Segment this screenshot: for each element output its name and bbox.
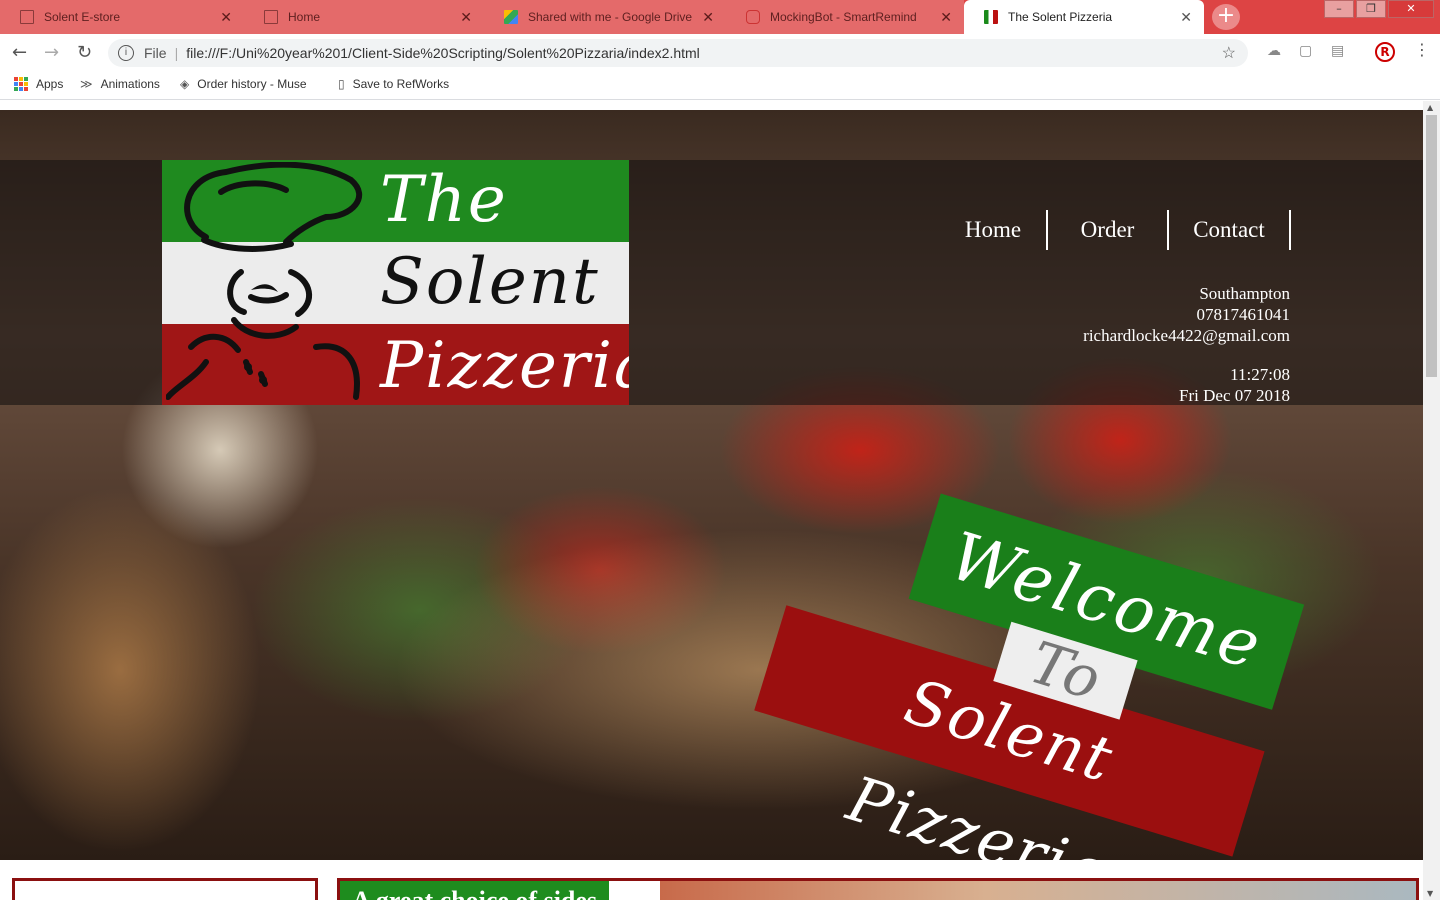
bookmark-refworks[interactable]: ▯ Save to RefWorks — [338, 77, 449, 91]
bookmark-order-history[interactable]: ◈ Order history - Muse — [180, 77, 307, 91]
scroll-down-icon[interactable]: ▼ — [1427, 889, 1433, 898]
site-logo[interactable]: The Solent Pizzeria — [162, 160, 629, 405]
tab-strip: Solent E-store ✕ Home ✕ Shared with me -… — [0, 0, 1440, 34]
extension-pocket-icon[interactable]: ▢ — [1299, 43, 1312, 59]
page-icon — [20, 10, 34, 24]
window-controls: – ❐ ✕ — [1322, 0, 1434, 18]
menu-dots-icon[interactable]: ⋮ — [1414, 40, 1430, 59]
scroll-up-icon[interactable]: ▲ — [1427, 103, 1433, 112]
tab-title: Solent E-store — [44, 10, 121, 24]
mockingbot-icon — [746, 10, 760, 24]
nav-contact[interactable]: Contact — [1169, 210, 1291, 250]
close-window-icon[interactable]: ✕ — [1388, 0, 1434, 18]
restore-icon[interactable]: ❐ — [1356, 0, 1386, 18]
close-tab-icon[interactable]: ✕ — [220, 9, 232, 26]
page-icon: ▯ — [338, 77, 345, 91]
contact-phone: 07817461041 — [1196, 305, 1291, 324]
close-tab-icon[interactable]: ✕ — [460, 9, 472, 26]
bookmark-label: Animations — [100, 77, 160, 91]
welcome-banner: Solent Pizzeria Welcome To — [754, 485, 1305, 860]
page-scrollbar[interactable]: ▲ ▼ — [1423, 101, 1440, 900]
chef-icon — [166, 162, 362, 400]
clock-time: 11:27:08 — [1230, 365, 1290, 384]
divider: | — [174, 45, 179, 61]
live-clock: 11:27:08 Fri Dec 07 2018 — [1179, 364, 1290, 406]
tab-solent-estore[interactable]: Solent E-store ✕ — [0, 0, 244, 34]
tab-home[interactable]: Home ✕ — [244, 0, 484, 34]
close-tab-icon[interactable]: ✕ — [702, 9, 714, 26]
animation-icon: ≫ — [80, 77, 93, 91]
nav-home[interactable]: Home — [940, 210, 1048, 250]
url-text[interactable]: file:///F:/Uni%20year%201/Client-Side%20… — [186, 45, 700, 61]
tab-title: Home — [288, 10, 321, 24]
pizzeria-favicon-icon — [984, 10, 998, 24]
scrollbar-thumb[interactable] — [1426, 115, 1437, 377]
tab-google-drive[interactable]: Shared with me - Google Drive ✕ — [484, 0, 726, 34]
reload-icon[interactable]: ↻ — [77, 42, 92, 63]
scheme-label: File — [144, 45, 167, 61]
tab-title: MockingBot - SmartRemind — [770, 10, 917, 24]
back-icon[interactable]: ← — [12, 42, 27, 63]
hero-pizza-background: The Solent Pizzeria Home Order Contact S… — [0, 110, 1423, 860]
tab-mockingbot[interactable]: MockingBot - SmartRemind ✕ — [726, 0, 964, 34]
bookmark-apps[interactable]: Apps — [14, 77, 63, 91]
profile-avatar[interactable]: R — [1375, 42, 1395, 62]
tab-title: The Solent Pizzeria — [1008, 10, 1113, 24]
tab-title: Shared with me - Google Drive — [528, 10, 693, 24]
contact-city: Southampton — [1199, 284, 1290, 303]
apps-grid-icon — [14, 77, 28, 91]
close-tab-icon[interactable]: ✕ — [940, 9, 952, 26]
nav-order[interactable]: Order — [1048, 210, 1169, 250]
main-nav: Home Order Contact — [940, 210, 1291, 250]
page-viewport: The Solent Pizzeria Home Order Contact S… — [0, 101, 1440, 900]
clock-date: Fri Dec 07 2018 — [1179, 386, 1290, 405]
bookmark-label: Save to RefWorks — [352, 77, 450, 91]
extension-cloud-icon[interactable]: ☁ — [1267, 43, 1281, 59]
logo-text-the: The — [380, 163, 508, 237]
contact-details: Southampton 07817461041 richardlocke4422… — [1083, 283, 1290, 346]
info-icon[interactable]: i — [118, 45, 134, 61]
muse-icon: ◈ — [180, 77, 190, 91]
sides-headline: A great choice of sides — [340, 881, 610, 900]
tab-solent-pizzeria[interactable]: The Solent Pizzeria ✕ — [964, 0, 1204, 34]
address-bar[interactable]: i File | file:///F:/Uni%20year%201/Clien… — [108, 39, 1248, 67]
google-drive-icon — [504, 10, 518, 24]
new-tab-button[interactable]: + — [1212, 4, 1240, 30]
forward-icon[interactable]: → — [44, 42, 59, 63]
logo-text-pizzeria: Pizzeria — [380, 329, 629, 403]
bookmark-animations[interactable]: ≫ Animations — [80, 77, 160, 91]
close-tab-icon[interactable]: ✕ — [1180, 9, 1192, 26]
bookmark-label: Apps — [36, 77, 64, 91]
bookmarks-bar: Apps ≫ Animations ◈ Order history - Muse… — [0, 70, 1440, 100]
sides-section: A great choice of sides — [337, 878, 1419, 900]
bookmark-star-icon[interactable]: ☆ — [1222, 43, 1236, 63]
extension-page-icon[interactable]: ▤ — [1331, 43, 1344, 59]
page-icon — [264, 10, 278, 24]
logo-text-solent: Solent — [380, 245, 600, 319]
contact-email: richardlocke4422@gmail.com — [1083, 326, 1290, 345]
sidebar-box — [12, 878, 318, 900]
bookmark-label: Order history - Muse — [197, 77, 307, 91]
minimize-icon[interactable]: – — [1324, 0, 1354, 18]
